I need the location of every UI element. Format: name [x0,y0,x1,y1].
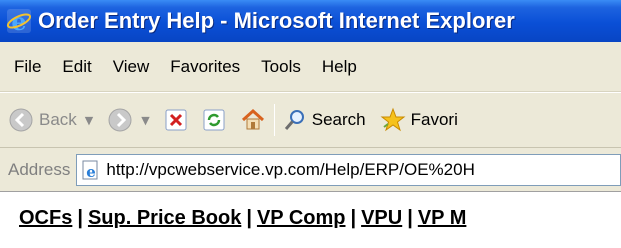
refresh-button[interactable] [202,108,226,132]
link-separator: | [77,207,83,229]
forward-icon [108,108,132,132]
link-vp-comp[interactable]: VP Comp [257,207,346,229]
link-vp-m[interactable]: VP M [418,207,467,229]
address-bar: Address e http://vpcwebservice.vp.com/He… [0,148,621,192]
link-ocfs[interactable]: OCFs [19,207,72,229]
address-input[interactable]: e http://vpcwebservice.vp.com/Help/ERP/O… [76,153,621,186]
forward-button[interactable]: ▼ [107,107,150,133]
refresh-icon [203,109,225,131]
internet-explorer-icon: e [6,8,32,34]
favorites-button[interactable]: Favori [380,107,458,133]
standard-toolbar: Back ▼ ▼ Search Favori [0,92,621,148]
link-vpu[interactable]: VPU [361,207,402,229]
menu-view[interactable]: View [113,57,150,77]
menu-file[interactable]: File [14,57,41,77]
link-separator: | [246,207,252,229]
link-separator: | [407,207,413,229]
menu-favorites[interactable]: Favorites [170,57,240,77]
forward-dropdown-icon[interactable]: ▼ [141,114,149,127]
home-button[interactable] [240,107,266,133]
favorites-star-icon [380,107,406,132]
stop-icon [165,109,187,131]
menu-help[interactable]: Help [322,57,357,77]
back-icon [9,108,33,132]
menu-bar: File Edit View Favorites Tools Help [0,42,621,92]
back-button[interactable]: Back ▼ [8,107,93,133]
search-button[interactable]: Search [283,108,366,132]
search-label: Search [311,110,366,129]
favorites-label: Favori [410,110,458,129]
address-label: Address [8,159,71,179]
toolbar-separator [273,104,275,136]
title-bar[interactable]: e Order Entry Help - Microsoft Internet … [0,0,621,42]
menu-edit[interactable]: Edit [62,57,91,77]
page-icon: e [82,160,98,181]
search-icon [284,110,304,130]
link-sup-price-book[interactable]: Sup. Price Book [88,207,241,229]
nav-links: OCFs | Sup. Price Book | VP Comp | VPU | VP M [19,207,466,230]
back-label: Back [39,110,77,129]
link-separator: | [350,207,357,229]
menu-tools[interactable]: Tools [261,57,301,77]
address-url: http://vpcwebservice.vp.com/Help/ERP/OE%… [106,159,475,179]
stop-button[interactable] [164,108,188,132]
home-icon [241,108,264,130]
svg-text:e: e [11,8,26,34]
back-dropdown-icon[interactable]: ▼ [85,114,93,127]
window-title: Order Entry Help - Microsoft Internet Ex… [38,8,515,33]
svg-text:e: e [87,163,97,181]
page-content: OCFs | Sup. Price Book | VP Comp | VPU | VP M [0,192,621,248]
